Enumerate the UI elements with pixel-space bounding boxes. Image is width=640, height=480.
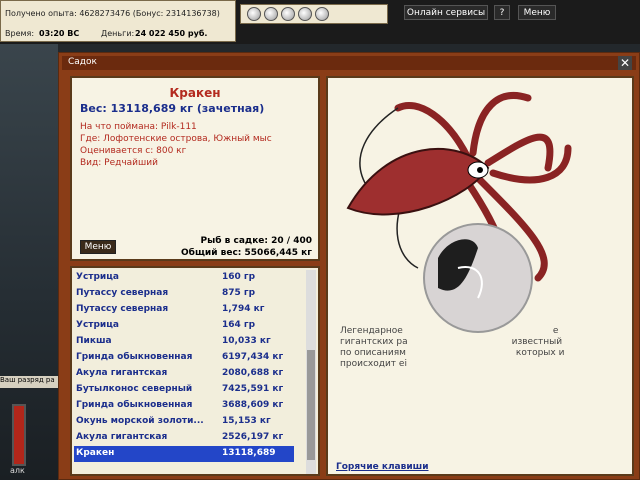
list-item[interactable]: Устрица 160 гр (74, 270, 294, 286)
time-label: Время: (5, 29, 35, 38)
rank-label: Ваш разряд ра (0, 376, 58, 388)
list-item-name: Пикша (76, 336, 112, 346)
scrollbar-thumb[interactable] (307, 350, 315, 460)
list-item-weight: 15,153 кг (222, 416, 271, 426)
hotkeys-link[interactable]: Горячие клавиши (336, 462, 429, 472)
kraken-body (346, 148, 490, 216)
desc-line: известный (511, 337, 563, 347)
bait-slots (240, 4, 388, 24)
bait-slot-icon[interactable] (247, 7, 261, 21)
list-item-weight: 2080,688 кг (222, 368, 284, 378)
fish-value: Оценивается с: 800 кг (80, 146, 187, 156)
list-item[interactable]: Окунь морской золоти... 15,153 кг (74, 414, 294, 430)
experience-text: Получено опыта: 4628273476 (Бонус: 23141… (5, 9, 220, 18)
fish-description: Легендарное е гигантских ра известный по о… (340, 326, 620, 370)
desc-line: е (552, 326, 559, 336)
fish-bait: На что поймана: Pilk-111 (80, 122, 197, 132)
list-item-name: Гринда обыкновенная (76, 352, 193, 362)
desc-line: гигантских ра (340, 337, 408, 347)
bait-slot-icon[interactable] (315, 7, 329, 21)
list-item[interactable]: Устрица 164 гр (74, 318, 294, 334)
list-item-weight: 6197,434 кг (222, 352, 284, 362)
list-item-weight: 2526,197 кг (222, 432, 284, 442)
money-value: 24 022 450 руб. (135, 29, 208, 38)
fish-menu-button[interactable]: Меню (80, 240, 116, 254)
bait-slot-icon[interactable] (264, 7, 278, 21)
fish-image-panel: Легендарное е гигантских ра известный по о… (326, 76, 634, 476)
list-item-name: Акула гигантская (76, 368, 168, 378)
desc-line: по описаниям (340, 348, 406, 358)
list-item-name: Устрица (76, 320, 119, 330)
list-item-weight: 160 гр (222, 272, 256, 282)
list-item[interactable]: Путассу северная 875 гр (74, 286, 294, 302)
list-item-name: Акула гигантская (76, 432, 168, 442)
fish-name: Кракен (169, 86, 221, 100)
list-item-weight: 10,033 кг (222, 336, 271, 346)
fish-location: Где: Лофотенские острова, Южный мыс (80, 134, 272, 144)
list-item[interactable]: Акула гигантская 2080,688 кг (74, 366, 294, 382)
list-item-weight: 164 гр (222, 320, 256, 330)
stats-panel: Получено опыта: 4628273476 (Бонус: 23141… (0, 0, 236, 42)
list-item-name: Путассу северная (76, 304, 169, 314)
help-button[interactable]: ? (494, 5, 510, 20)
list-item[interactable]: Акула гигантская 2526,197 кг (74, 430, 294, 446)
bait-slot-icon[interactable] (281, 7, 295, 21)
menu-button[interactable]: Меню (518, 5, 556, 20)
list-item[interactable]: Путассу северная 1,794 кг (74, 302, 294, 318)
gauge-bar (12, 404, 26, 466)
desc-line: происходит ei (340, 359, 407, 369)
list-item-name: Гринда обыкновенная (76, 400, 193, 410)
list-scrollbar[interactable] (306, 270, 316, 474)
fish-info-panel: Кракен Вес: 13118,689 кг (зачетная) На ч… (70, 76, 320, 261)
gauge-label: алк (10, 466, 25, 475)
list-item-name: Кракен (76, 448, 115, 458)
fish-weight: Вес: 13118,689 кг (зачетная) (80, 102, 265, 115)
fish-kind: Вид: Редчайший (80, 158, 158, 168)
list-item-weight: 875 гр (222, 288, 256, 298)
money-label: Деньги: (101, 29, 135, 38)
desc-line: которых и (515, 348, 565, 358)
list-item-name: Бутылконос северный (76, 384, 193, 394)
fish-list: Устрица 160 гр Путассу северная 875 гр Пут… (70, 266, 320, 476)
list-item[interactable]: Гринда обыкновенная 6197,434 кг (74, 350, 294, 366)
list-item-name: Окунь морской золоти... (76, 416, 204, 426)
desc-line: Легендарное (340, 326, 403, 336)
list-item-name: Устрица (76, 272, 119, 282)
bait-slot-icon[interactable] (298, 7, 312, 21)
time-value: 03:20 ВС (39, 29, 80, 38)
scenery-background (0, 44, 58, 480)
window-titlebar: Садок ✕ (62, 56, 636, 70)
list-item-weight: 1,794 кг (222, 304, 265, 314)
list-item[interactable]: Гринда обыкновенная 3688,609 кг (74, 398, 294, 414)
keepnet-total: Общий вес: 55066,445 кг (181, 248, 312, 258)
close-icon[interactable]: ✕ (618, 56, 632, 70)
list-item-selected[interactable]: Кракен 13118,689 (74, 446, 294, 462)
list-item-weight: 3688,609 кг (222, 400, 284, 410)
list-item-name: Путассу северная (76, 288, 169, 298)
window-title: Садок (68, 57, 97, 67)
online-services-button[interactable]: Онлайн сервисы (404, 5, 488, 20)
list-item[interactable]: Бутылконос северный 7425,591 кг (74, 382, 294, 398)
list-item[interactable]: Пикша 10,033 кг (74, 334, 294, 350)
keepnet-count: Рыб в садке: 20 / 400 (200, 236, 312, 246)
list-item-weight: 7425,591 кг (222, 384, 284, 394)
list-item-weight: 13118,689 (222, 448, 276, 458)
kraken-eye-illustration (423, 223, 533, 333)
